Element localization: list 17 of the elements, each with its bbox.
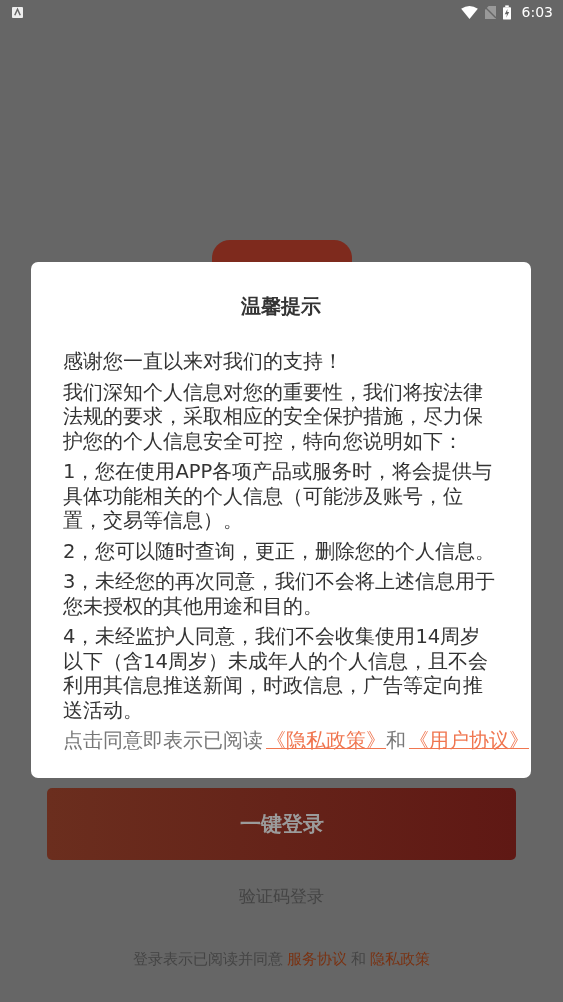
- dialog-paragraph: 我们深知个人信息对您的重要性，我们将按法律法规的要求，采取相应的安全保护措施，尽力保护您的个人信息安全可控，特向您说明如下：: [63, 380, 484, 454]
- clock-time: 6:03: [521, 4, 553, 20]
- notification-icon: [12, 6, 23, 18]
- no-sim-icon: [484, 5, 496, 19]
- dialog-paragraph: 4，未经监护人同意，我们不会收集使用14周岁以下（含14周岁）未成年人的个人信息，且不会利用其信息推送新闻，时政信息，广告等定向推送活动。: [63, 625, 489, 723]
- battery-charging-icon: [502, 4, 511, 20]
- service-agreement-link[interactable]: 服务协议: [287, 950, 347, 968]
- one-tap-login-button[interactable]: 一键登录: [47, 788, 516, 860]
- dialog-paragraph: 感谢您一直以来对我们的支持！: [63, 350, 344, 375]
- wifi-icon: [460, 5, 478, 19]
- dialog-paragraph: 2，您可以随时查询，更正，删除您的个人信息。: [63, 539, 497, 564]
- user-agreement-link[interactable]: 《用户协议》: [406, 729, 529, 752]
- dialog-paragraph: 3，未经您的再次同意，我们不会将上述信息用于您未授权的其他用途和目的。: [63, 570, 497, 619]
- privacy-policy-link[interactable]: 隐私政策: [370, 950, 430, 968]
- privacy-policy-link[interactable]: 《隐私政策》: [263, 729, 386, 752]
- dialog-title: 温馨提示: [240, 293, 322, 320]
- dialog-paragraph: 1，您在使用APP各项产品或服务时，将会提供与具体功能相关的个人信息（可能涉及账号，位置，交易等信息）。: [63, 460, 494, 534]
